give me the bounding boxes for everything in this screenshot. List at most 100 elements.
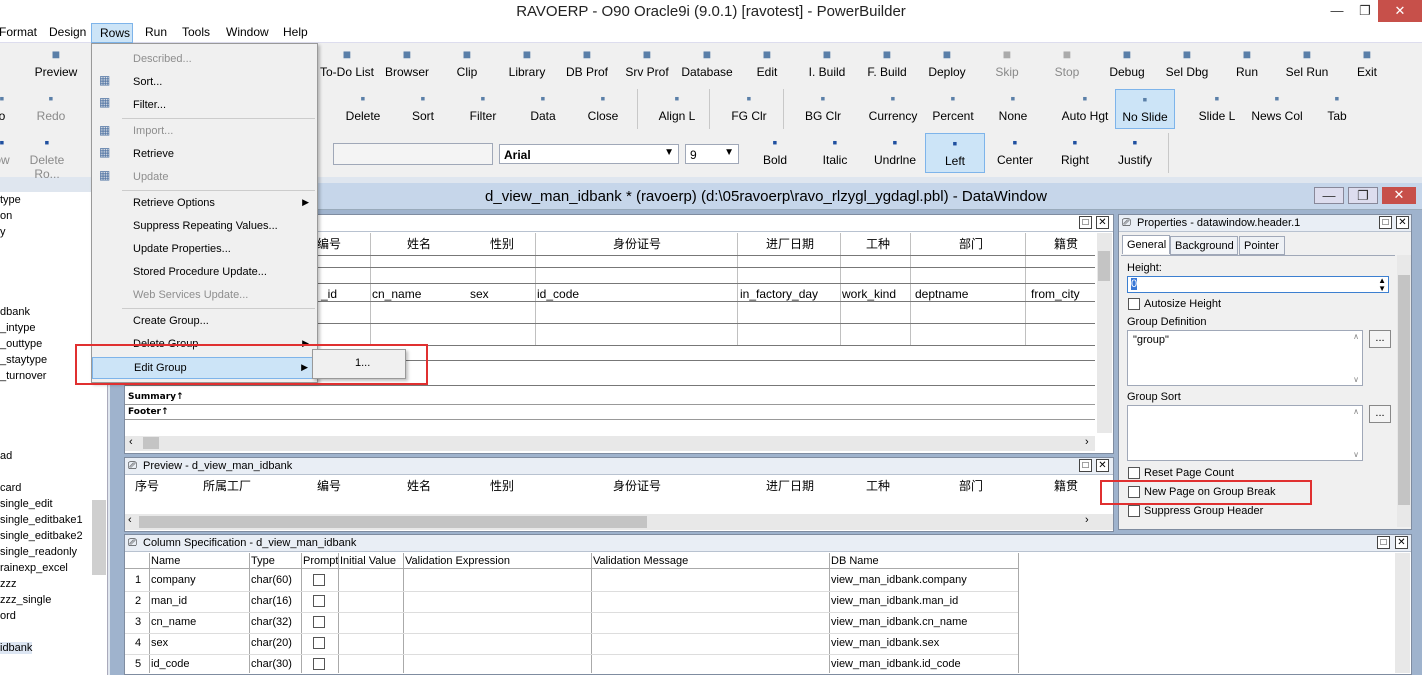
menu-help[interactable]: Help xyxy=(283,25,308,39)
pane-close-icon[interactable]: ✕ xyxy=(1096,459,1109,472)
menu-window[interactable]: Window xyxy=(226,25,269,39)
pane-maximize-icon[interactable]: □ xyxy=(1079,459,1092,472)
prompt-checkbox[interactable] xyxy=(313,658,325,670)
chevron-up-icon[interactable]: ∧ xyxy=(1353,407,1359,416)
column-name-cell[interactable]: id_code xyxy=(151,658,190,670)
library-item[interactable]: ad xyxy=(0,450,12,462)
delete-button[interactable]: ▪ Delete xyxy=(333,89,393,129)
column-type-cell[interactable]: char(16) xyxy=(251,595,292,607)
menu-item-stored-procedure-update[interactable]: Stored Procedure Update... xyxy=(92,262,317,284)
none-button[interactable]: ▪ None xyxy=(983,89,1043,129)
font-size-select[interactable]: 9 ▼ xyxy=(685,144,739,164)
library-item[interactable]: rainexp_excel xyxy=(0,562,68,574)
preview-button[interactable]: ■ Preview xyxy=(14,45,98,79)
currency-button[interactable]: ▪ Currency xyxy=(863,89,923,129)
text-edit-box[interactable] xyxy=(333,143,493,165)
detail-column[interactable]: work_kind xyxy=(842,287,896,301)
close-button[interactable]: ▪ Close xyxy=(573,89,633,129)
library-item[interactable]: single_readonly xyxy=(0,546,77,558)
column-name-cell[interactable]: man_id xyxy=(151,595,187,607)
properties-vertical-scrollbar[interactable] xyxy=(1397,255,1411,527)
library-item[interactable]: _intype xyxy=(0,322,35,334)
slide-left-button[interactable]: ▪ Slide L xyxy=(1187,89,1247,129)
suppress-group-header-checkbox[interactable] xyxy=(1128,505,1140,517)
scroll-thumb[interactable] xyxy=(139,516,647,528)
pane-close-icon[interactable]: ✕ xyxy=(1396,216,1409,229)
dw-close-button[interactable]: ✕ xyxy=(1382,187,1416,204)
autoheight-button[interactable]: ▪ Auto Hgt xyxy=(1055,89,1115,129)
spin-icon[interactable]: ▲ ▼ xyxy=(1378,277,1386,293)
format-button-6[interactable]: ▪ Center xyxy=(985,133,1045,173)
format-button-5[interactable]: ▪ Left xyxy=(925,133,985,173)
detail-column[interactable]: from_city xyxy=(1031,287,1080,301)
tab-general[interactable]: General xyxy=(1122,235,1170,254)
library-item[interactable]: card xyxy=(0,482,21,494)
scroll-thumb[interactable] xyxy=(1398,275,1410,505)
data-button[interactable]: ▪ Data xyxy=(513,89,573,129)
prompt-checkbox[interactable] xyxy=(313,595,325,607)
vertical-scrollbar[interactable] xyxy=(1097,233,1112,433)
scroll-left-icon[interactable]: ‹ xyxy=(128,514,132,526)
format-button-1[interactable]: ▪ Delete Ro... xyxy=(17,133,77,181)
sort-button[interactable]: ▪ Sort xyxy=(393,89,453,129)
menu-design[interactable]: Design xyxy=(49,25,86,39)
bg-color-button[interactable]: ▪ BG Clr xyxy=(793,89,853,129)
column-type-cell[interactable]: char(20) xyxy=(251,637,292,649)
library-item[interactable]: ord xyxy=(0,610,16,622)
menu-tools[interactable]: Tools xyxy=(182,25,210,39)
fg-color-button[interactable]: ▪ FG Clr xyxy=(719,89,779,129)
group-sort-field[interactable]: ∧ ∨ xyxy=(1127,405,1363,461)
scroll-right-icon[interactable]: › xyxy=(1085,436,1089,448)
pane-close-icon[interactable]: ✕ xyxy=(1096,216,1109,229)
library-item[interactable]: _outtype xyxy=(0,338,42,350)
prompt-checkbox[interactable] xyxy=(313,616,325,628)
library-item[interactable]: y xyxy=(0,226,6,238)
library-item[interactable]: type xyxy=(0,194,21,206)
column-type-cell[interactable]: char(60) xyxy=(251,574,292,586)
library-item[interactable]: on xyxy=(0,210,12,222)
library-item[interactable]: single_edit xyxy=(0,498,53,510)
horizontal-scrollbar[interactable]: ‹ › xyxy=(125,436,1095,451)
newscol-button[interactable]: ▪ News Col xyxy=(1247,89,1307,129)
format-button-4[interactable]: ▪ Undrlne xyxy=(865,133,925,173)
detail-column[interactable]: _id xyxy=(321,287,337,301)
format-button-8[interactable]: ▪ Justify xyxy=(1105,133,1165,173)
tab-button[interactable]: ▪ Tab xyxy=(1307,89,1367,129)
menu-item-retrieve-options[interactable]: Retrieve Options ▶ xyxy=(92,193,317,215)
library-scroll-thumb[interactable] xyxy=(92,500,106,575)
group-definition-ellipsis-button[interactable]: ... xyxy=(1369,330,1391,348)
scroll-left-icon[interactable]: ‹ xyxy=(129,436,133,448)
library-item[interactable]: zzz_single xyxy=(0,594,51,606)
reset-page-count-checkbox[interactable] xyxy=(1128,467,1140,479)
menu-item-update-properties[interactable]: Update Properties... xyxy=(92,239,317,261)
library-item[interactable]: idbank xyxy=(0,642,33,654)
menu-item-sort[interactable]: Sort... xyxy=(92,72,317,94)
library-item[interactable]: single_editbake2 xyxy=(0,530,83,542)
format-button-2[interactable]: ▪ Bold xyxy=(745,133,805,173)
library-item[interactable]: single_editbake1 xyxy=(0,514,83,526)
pane-maximize-icon[interactable]: □ xyxy=(1377,536,1390,549)
close-button[interactable]: ✕ xyxy=(1378,0,1422,22)
detail-column[interactable]: in_factory_day xyxy=(740,287,818,301)
exit-button[interactable]: ■ Exit xyxy=(1325,45,1409,79)
dw-restore-button[interactable]: ❐ xyxy=(1348,187,1378,204)
column-name-cell[interactable]: cn_name xyxy=(151,616,196,628)
detail-column[interactable]: sex xyxy=(470,287,489,301)
menu-item-retrieve[interactable]: Retrieve xyxy=(92,144,317,166)
prompt-checkbox[interactable] xyxy=(313,574,325,586)
column-type-cell[interactable]: char(32) xyxy=(251,616,292,628)
percent-button[interactable]: ▪ Percent xyxy=(923,89,983,129)
scroll-thumb[interactable] xyxy=(1098,251,1110,281)
format-button-7[interactable]: ▪ Right xyxy=(1045,133,1105,173)
scroll-thumb[interactable] xyxy=(143,437,159,449)
tab-background[interactable]: Background xyxy=(1170,236,1238,255)
chevron-down-icon[interactable]: ∨ xyxy=(1353,450,1359,459)
noslide-button[interactable]: ▪ No Slide xyxy=(1115,89,1175,129)
chevron-up-icon[interactable]: ∧ xyxy=(1353,332,1359,341)
autosize-height-checkbox[interactable] xyxy=(1128,298,1140,310)
pane-close-icon[interactable]: ✕ xyxy=(1395,536,1408,549)
group-sort-ellipsis-button[interactable]: ... xyxy=(1369,405,1391,423)
redo-button[interactable]: ▪ Redo xyxy=(21,89,81,129)
library-item[interactable]: _staytype xyxy=(0,354,47,366)
scroll-right-icon[interactable]: › xyxy=(1085,514,1089,526)
